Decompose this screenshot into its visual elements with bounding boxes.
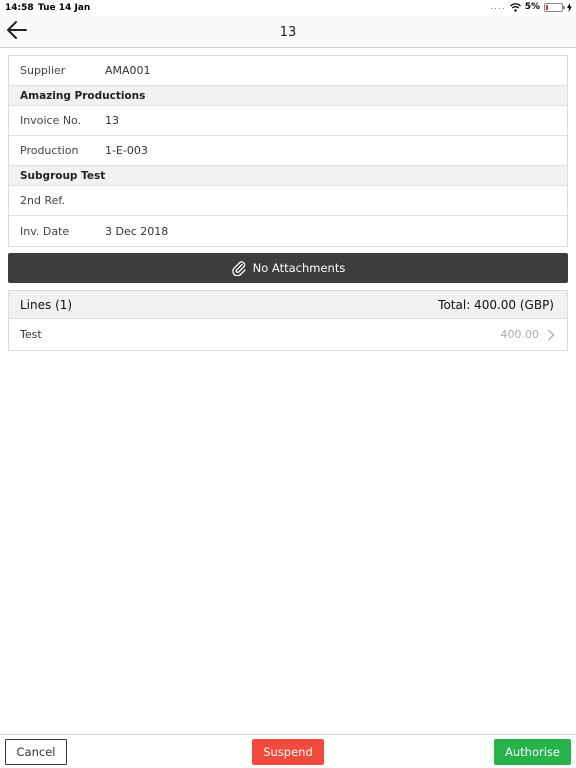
invoice-details-card: Supplier AMA001 Amazing Productions Invo… <box>8 55 568 247</box>
supplier-value: AMA001 <box>105 64 151 77</box>
status-bar: 14:58 Tue 14 Jan .... 5% <box>0 0 576 16</box>
invoice-number-row: Invoice No. 13 <box>9 106 567 136</box>
battery-level <box>546 4 548 10</box>
lines-section: Lines (1) Total: 400.00 (GBP) Test 400.0… <box>8 290 568 351</box>
second-ref-row: 2nd Ref. <box>9 186 567 216</box>
lines-count-label: Lines (1) <box>20 297 73 312</box>
supplier-label: Supplier <box>20 64 66 77</box>
chevron-right-icon <box>548 329 555 340</box>
signal-dots: .... <box>490 2 506 12</box>
status-indicators: .... 5% <box>490 2 572 12</box>
invoice-date-value: 3 Dec 2018 <box>105 224 169 238</box>
status-time: 14:58 <box>5 3 34 13</box>
nav-bar: 13 <box>0 16 576 48</box>
supplier-name-header: Amazing Productions <box>9 86 567 106</box>
suspend-button[interactable]: Suspend <box>252 739 324 765</box>
subgroup-header: Subgroup Test <box>9 166 567 186</box>
action-bar: Cancel Suspend Authorise <box>0 734 576 768</box>
invoice-date-row: Inv. Date 3 Dec 2018 <box>9 216 567 246</box>
attachments-label: No Attachments <box>252 261 346 275</box>
authorise-button[interactable]: Authorise <box>494 739 571 765</box>
production-label: Production <box>20 144 79 157</box>
line-item-right: 400.00 <box>501 328 556 341</box>
production-value: 1-E-003 <box>105 144 148 157</box>
lines-header: Lines (1) Total: 400.00 (GBP) <box>9 291 567 319</box>
lines-total-label: Total: 400.00 (GBP) <box>438 297 554 312</box>
paperclip-icon <box>231 261 246 276</box>
attachments-button[interactable]: No Attachments <box>8 253 568 283</box>
production-row: Production 1-E-003 <box>9 136 567 166</box>
status-date: Tue 14 Jan <box>38 3 91 13</box>
invoice-number-label: Invoice No. <box>20 114 82 127</box>
line-item[interactable]: Test 400.00 <box>9 319 567 350</box>
wifi-icon <box>509 2 521 12</box>
battery-icon <box>544 2 565 12</box>
cancel-button[interactable]: Cancel <box>5 739 67 765</box>
second-ref-label: 2nd Ref. <box>20 194 65 207</box>
invoice-date-label: Inv. Date <box>20 224 70 238</box>
invoice-number-value: 13 <box>105 114 119 127</box>
charging-bolt-icon <box>567 2 572 12</box>
supplier-row: Supplier AMA001 <box>9 56 567 86</box>
line-item-name: Test <box>20 328 42 341</box>
line-item-amount: 400.00 <box>500 328 540 341</box>
page-title: 13 <box>279 25 297 40</box>
battery-percent: 5% <box>524 2 540 12</box>
